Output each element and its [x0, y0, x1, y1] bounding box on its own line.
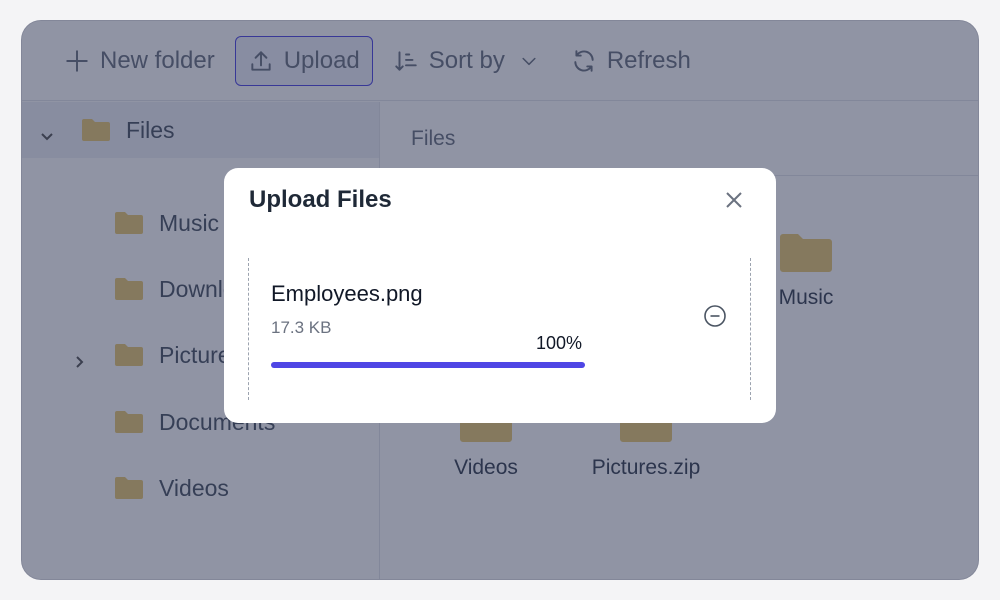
close-icon	[726, 192, 742, 208]
upload-progress-bar	[271, 362, 585, 368]
upload-files-dialog: Upload Files Employees.png 17.3 KB 100%	[224, 168, 776, 423]
file-name: Employees.png	[271, 281, 423, 306]
minus-circle-icon	[704, 305, 726, 327]
upload-percent: 100%	[536, 333, 583, 353]
file-size: 17.3 KB	[271, 318, 332, 337]
remove-file-button[interactable]	[703, 304, 727, 328]
upload-progress-fill	[271, 362, 585, 368]
close-button[interactable]	[722, 188, 746, 212]
dialog-title: Upload Files	[249, 186, 392, 213]
upload-list: Employees.png 17.3 KB 100%	[248, 258, 751, 400]
